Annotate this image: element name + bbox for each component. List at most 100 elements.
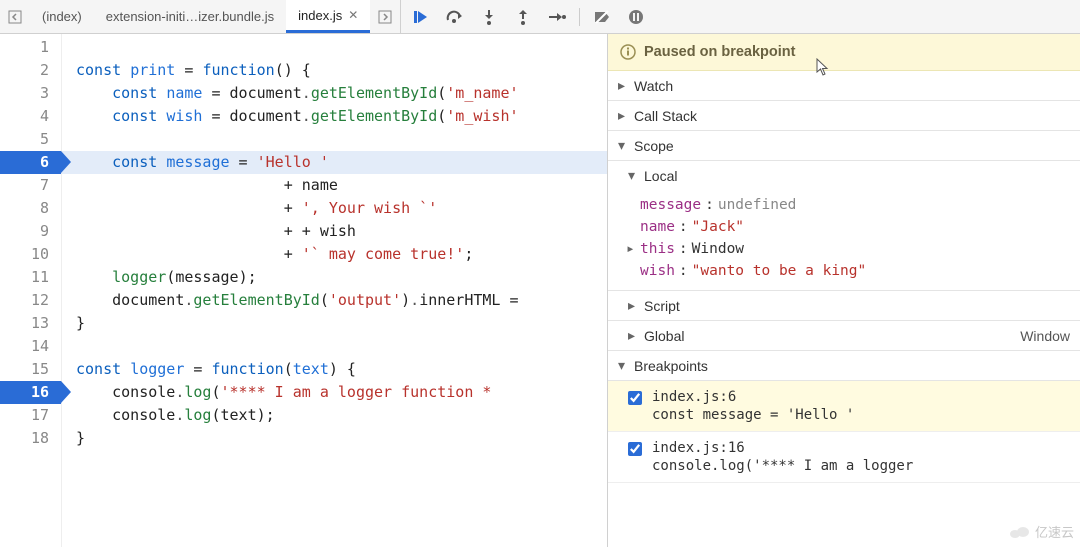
section-label: Breakpoints [634,358,708,374]
breakpoint-source: const message = 'Hello ' [652,407,1070,423]
scope-variable[interactable]: ▸this: Window [640,238,1080,260]
line-number[interactable]: 3 [0,82,61,105]
line-number[interactable]: 11 [0,266,61,289]
section-label: Watch [634,78,673,94]
section-label: Scope [634,138,674,154]
line-number[interactable]: 18 [0,427,61,450]
step-over-button[interactable] [443,5,467,29]
chevron-right-icon: ▸ [628,327,638,344]
scope-global-value: Window [1020,328,1070,344]
breakpoint-checkbox[interactable] [628,391,642,405]
line-number[interactable]: 4 [0,105,61,128]
code-line[interactable]: } [62,427,607,450]
tab-bundle[interactable]: extension-initi…izer.bundle.js [94,0,286,33]
line-number[interactable]: 13 [0,312,61,335]
scope-script-header[interactable]: ▸ Script [608,291,1080,321]
line-number[interactable]: 15 [0,358,61,381]
breakpoint-source: console.log('**** I am a logger [652,458,1070,474]
code-line[interactable]: console.log('**** I am a logger function… [62,381,607,404]
line-number[interactable]: 12 [0,289,61,312]
scope-variable[interactable]: name: "Jack" [640,216,1080,238]
line-number[interactable]: 5 [0,128,61,151]
line-number[interactable]: 7 [0,174,61,197]
scope-label: Script [644,298,680,314]
chevron-down-icon: ▾ [618,357,628,374]
line-number[interactable]: 17 [0,404,61,427]
deactivate-breakpoints-button[interactable] [590,5,614,29]
tab-index[interactable]: (index) [30,0,94,33]
breakpoint-location: index.js:6 [652,389,1070,405]
code-line[interactable] [62,36,607,59]
step-out-button[interactable] [511,5,535,29]
breakpoint-item[interactable]: index.js:16 console.log('**** I am a logg… [608,432,1080,483]
step-into-button[interactable] [477,5,501,29]
code-line[interactable]: const wish = document.getElementById('m_… [62,105,607,128]
code-body[interactable]: const print = function() { const name = … [62,34,607,547]
tab-indexjs[interactable]: index.js ✕ [286,0,370,33]
line-number[interactable]: 2 [0,59,61,82]
variable-name: wish [640,263,675,279]
code-line[interactable]: const logger = function(text) { [62,358,607,381]
scope-label: Local [644,168,677,184]
scope-local-header[interactable]: ▾ Local [608,161,1080,190]
scope-variable[interactable]: wish: "wanto to be a king" [640,260,1080,282]
code-line[interactable] [62,128,607,151]
resume-button[interactable] [409,5,433,29]
variable-name: this [640,241,675,257]
code-line[interactable]: const name = document.getElementById('m_… [62,82,607,105]
section-label: Call Stack [634,108,697,124]
breakpoint-checkbox[interactable] [628,442,642,456]
tab-label: (index) [42,9,82,24]
scope-variable[interactable]: message: undefined [640,194,1080,216]
code-line[interactable]: + ', Your wish `' [62,197,607,220]
breakpoint-location: index.js:16 [652,440,1070,456]
line-number[interactable]: 16 [0,381,61,404]
chevron-right-icon: ▸ [618,77,628,94]
scope-global-header[interactable]: ▸ Global Window [608,321,1080,351]
toolbar-divider [579,8,580,26]
close-icon[interactable]: ✕ [348,8,358,22]
chevron-right-icon: ▸ [628,297,638,314]
line-number[interactable]: 6 [0,151,61,174]
code-line[interactable]: document.getElementById('output').innerH… [62,289,607,312]
chevron-right-icon: ▸ [618,107,628,124]
code-line[interactable]: console.log(text); [62,404,607,427]
code-line[interactable]: logger(message); [62,266,607,289]
code-line[interactable]: } [62,312,607,335]
variable-value: "Jack" [692,219,744,235]
line-number[interactable]: 1 [0,36,61,59]
section-callstack[interactable]: ▸ Call Stack [608,101,1080,131]
code-line[interactable] [62,335,607,358]
line-number[interactable]: 8 [0,197,61,220]
debug-sidebar: Paused on breakpoint ▸ Watch ▸ Call Stac… [608,34,1080,547]
line-gutter[interactable]: 123456789101112131415161718 [0,34,62,547]
source-tabbar: (index) extension-initi…izer.bundle.js i… [0,0,1080,34]
scope-local-body: message: undefinedname: "Jack"▸this: Win… [608,190,1080,291]
code-line[interactable]: const print = function() { [62,59,607,82]
tab-label: extension-initi…izer.bundle.js [106,9,274,24]
next-tab-button[interactable] [370,0,400,33]
section-breakpoints[interactable]: ▾ Breakpoints [608,351,1080,381]
scope-label: Global [644,328,684,344]
line-number[interactable]: 9 [0,220,61,243]
chevron-down-icon: ▾ [618,137,628,154]
step-button[interactable] [545,5,569,29]
line-number[interactable]: 14 [0,335,61,358]
section-scope[interactable]: ▾ Scope [608,131,1080,161]
banner-text: Paused on breakpoint [644,44,795,60]
pause-on-exceptions-button[interactable] [624,5,648,29]
info-icon [620,44,636,60]
breakpoint-item[interactable]: index.js:6 const message = 'Hello ' [608,381,1080,432]
code-line[interactable]: const message = 'Hello ' [62,151,607,174]
section-watch[interactable]: ▸ Watch [608,71,1080,101]
code-editor[interactable]: 123456789101112131415161718 const print … [0,34,608,547]
code-line[interactable]: + '` may come true!'; [62,243,607,266]
chevron-down-icon: ▾ [628,167,638,184]
code-line[interactable]: + name [62,174,607,197]
cursor-icon [816,58,830,76]
variable-value: undefined [718,197,797,213]
line-number[interactable]: 10 [0,243,61,266]
code-line[interactable]: + + wish [62,220,607,243]
variable-name: name [640,219,675,235]
prev-tab-button[interactable] [0,0,30,33]
